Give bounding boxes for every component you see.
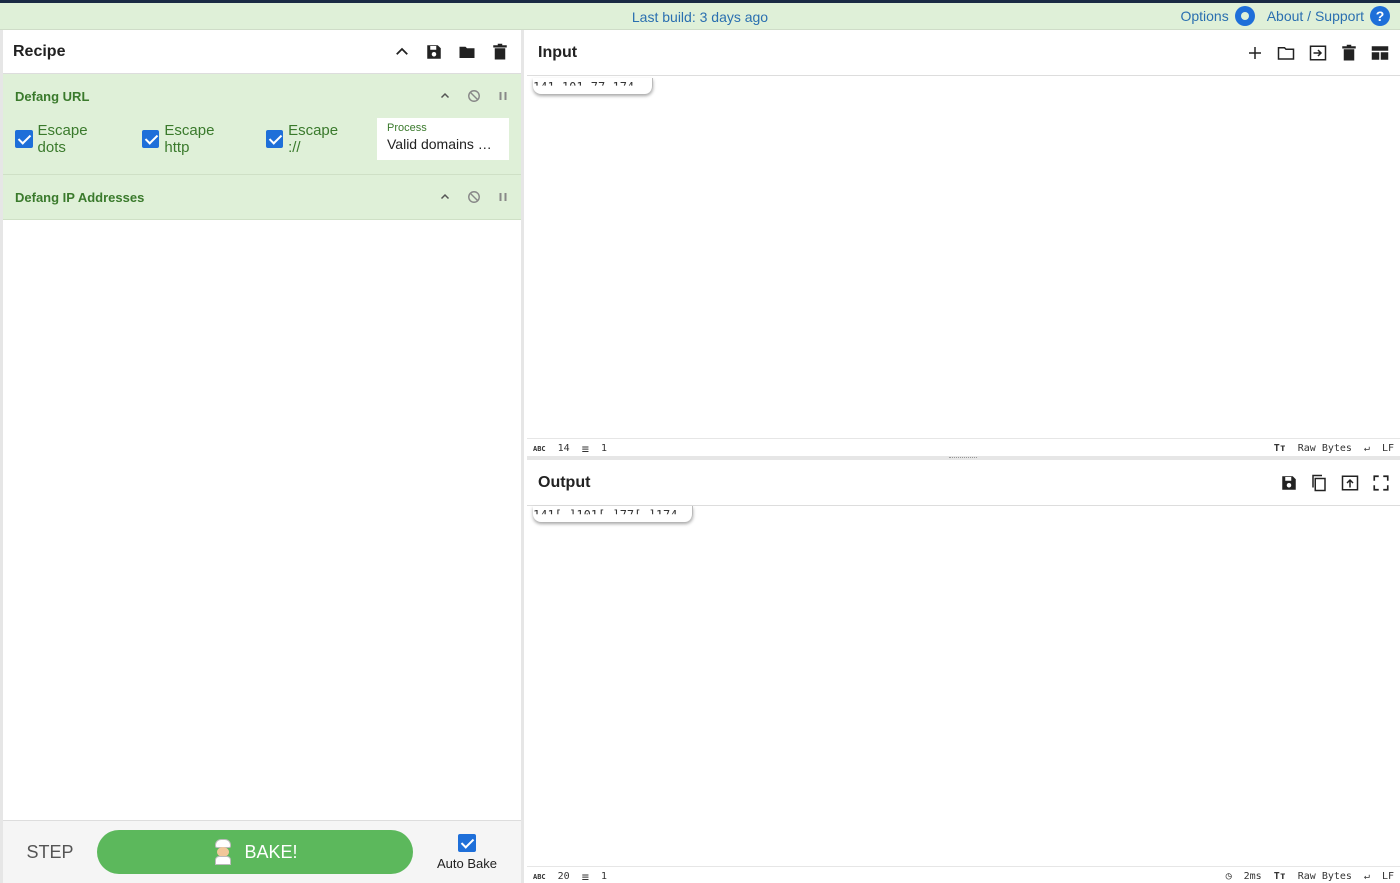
input-header: Input <box>527 30 1400 76</box>
operation-controls <box>439 190 509 204</box>
operation-header: Defang IP Addresses <box>15 175 509 219</box>
auto-bake-checkbox[interactable]: Auto Bake <box>413 833 521 871</box>
recipe-title: Recipe <box>13 42 66 60</box>
add-tab-icon[interactable] <box>1246 44 1264 62</box>
input-format: Tт Raw Bytes ↵ LF <box>1274 443 1394 454</box>
chevron-up-icon[interactable] <box>439 191 451 203</box>
open-file-icon[interactable] <box>1308 44 1328 62</box>
escape-scheme-checkbox[interactable]: Escape :// <box>265 122 353 156</box>
operation-title: Defang URL <box>15 88 90 104</box>
save-recipe-icon[interactable] <box>425 43 443 61</box>
disable-icon[interactable] <box>467 89 481 103</box>
operation-defang-url[interactable]: Defang URL Escape dots Escape http Escap… <box>3 74 521 175</box>
input-length: 14 <box>557 443 570 454</box>
checkbox-label: Escape :// <box>288 122 339 156</box>
save-output-icon[interactable] <box>1280 474 1298 492</box>
input-toolbar <box>1246 44 1390 62</box>
operation-defang-ip[interactable]: Defang IP Addresses <box>3 175 521 220</box>
gear-icon <box>1234 6 1255 26</box>
clock-icon: ◷ <box>1225 871 1232 882</box>
recipe-pane: Recipe Defang URL Escape dots Escape htt… <box>0 30 524 883</box>
checkbox-checked-icon <box>141 130 160 148</box>
layout-icon[interactable] <box>1370 44 1390 62</box>
escape-dots-checkbox[interactable]: Escape dots <box>15 122 118 156</box>
text-encoding-icon[interactable]: Tт <box>1274 443 1286 454</box>
replace-input-icon[interactable] <box>1340 474 1360 492</box>
output-toolbar <box>1280 474 1390 492</box>
eol-icon: ↵ <box>1363 443 1370 454</box>
help-icon: ? <box>1370 6 1390 26</box>
input-lines: 1 <box>600 443 607 454</box>
chef-icon <box>212 839 234 865</box>
pause-icon[interactable] <box>497 191 509 203</box>
input-statusbar: ABC 14 ≡ 1 Tт Raw Bytes ↵ LF <box>527 438 1400 458</box>
pause-icon[interactable] <box>497 90 509 102</box>
recipe-toolbar <box>393 43 509 61</box>
checkbox-checked-icon <box>458 833 476 852</box>
chevron-up-icon[interactable] <box>439 90 451 102</box>
output-textarea[interactable]: 141[.]101[.]77[.]174 <box>527 504 1400 868</box>
abc-icon: ABC <box>533 444 546 453</box>
options-label: Options <box>1180 8 1229 24</box>
escape-http-checkbox[interactable]: Escape http <box>141 122 242 156</box>
output-tooltip <box>533 506 693 522</box>
cyberchef-app: Last build: 3 days ago Options About / S… <box>0 0 1400 883</box>
clear-input-icon[interactable] <box>1340 44 1358 62</box>
process-label: Process <box>387 122 427 134</box>
input-stats: ABC 14 ≡ 1 <box>533 442 607 456</box>
process-select[interactable]: Process Valid domains and full URLs <box>377 118 509 160</box>
text-encoding-icon[interactable]: Tт <box>1274 871 1286 882</box>
bake-button[interactable]: BAKE! <box>97 830 413 874</box>
checkbox-label: Escape dots <box>37 122 88 156</box>
disable-icon[interactable] <box>467 190 481 204</box>
output-header: Output <box>527 460 1400 506</box>
output-statusbar: ABC 20 ≡ 1 ◷ 2ms Tт Raw Bytes ↵ LF <box>527 866 1400 883</box>
about-label: About / Support <box>1266 8 1364 24</box>
auto-bake-label: Auto Bake <box>437 855 497 871</box>
output-title: Output <box>538 473 591 491</box>
output-stats: ABC 20 ≡ 1 <box>533 870 607 883</box>
checkbox-checked-icon <box>265 130 284 148</box>
input-encoding[interactable]: Raw Bytes <box>1298 443 1352 454</box>
input-eol[interactable]: LF <box>1382 443 1394 454</box>
options-link[interactable]: Options <box>1180 6 1255 26</box>
top-banner: Last build: 3 days ago Options About / S… <box>0 3 1400 30</box>
operation-header: Defang URL <box>15 74 509 118</box>
eol-icon: ↵ <box>1363 871 1370 882</box>
input-textarea[interactable]: 141.101.77.174 <box>527 76 1400 440</box>
step-button[interactable]: STEP <box>3 842 97 863</box>
checkbox-label: Escape http <box>164 122 215 156</box>
copy-output-icon[interactable] <box>1310 474 1328 492</box>
output-format: ◷ 2ms Tт Raw Bytes ↵ LF <box>1226 871 1394 882</box>
recipe-header: Recipe <box>3 30 521 74</box>
maximise-icon[interactable] <box>1372 474 1390 492</box>
load-recipe-icon[interactable] <box>457 43 477 61</box>
operation-title: Defang IP Addresses <box>15 189 145 205</box>
open-folder-icon[interactable] <box>1276 44 1296 62</box>
operation-controls <box>439 89 509 103</box>
input-tooltip <box>533 78 653 94</box>
chevron-up-icon[interactable] <box>393 43 411 61</box>
output-encoding[interactable]: Raw Bytes <box>1298 871 1352 882</box>
process-value: Valid domains and full URLs <box>387 136 499 152</box>
clear-recipe-icon[interactable] <box>491 43 509 61</box>
lines-icon: ≡ <box>581 869 589 883</box>
output-length: 20 <box>557 871 570 882</box>
recipe-controls: STEP BAKE! Auto Bake <box>3 820 521 883</box>
banner-links: Options About / Support ? <box>1180 6 1390 26</box>
about-support-link[interactable]: About / Support ? <box>1267 6 1390 26</box>
lines-icon: ≡ <box>581 441 589 456</box>
output-lines: 1 <box>600 871 607 882</box>
checkbox-checked-icon <box>15 130 33 148</box>
bake-label: BAKE! <box>244 841 298 862</box>
bake-time: 2ms <box>1243 871 1262 882</box>
operation-args: Escape dots Escape http Escape :// Proce… <box>15 118 509 174</box>
io-pane: Input 141.101.77.174 ABC 14 ≡ 1 Tт Raw B… <box>527 30 1400 883</box>
input-title: Input <box>538 43 578 61</box>
output-eol[interactable]: LF <box>1382 871 1394 882</box>
abc-icon: ABC <box>533 872 546 881</box>
